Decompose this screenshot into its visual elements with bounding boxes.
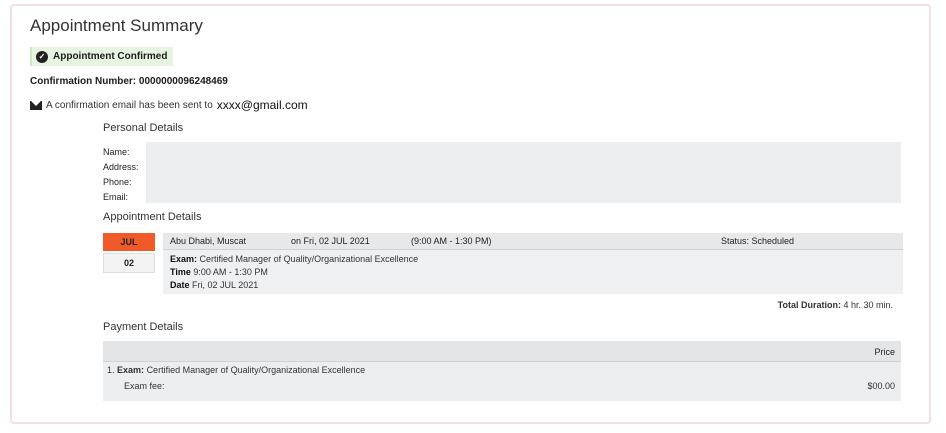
appointment-body: Exam: Certified Manager of Quality/Organ…: [163, 250, 903, 294]
payment-details-heading: Payment Details: [103, 321, 184, 333]
appointment-date: on Fri, 02 JUL 2021: [291, 236, 370, 246]
confirmation-number: Confirmation Number: 0000000096248469: [30, 76, 228, 87]
personal-details-labels: Name: Address: Phone: Email:: [103, 145, 139, 205]
appointment-details-heading: Appointment Details: [103, 211, 202, 223]
exam-row: Exam: Certified Manager of Quality/Organ…: [170, 253, 896, 266]
phone-label: Phone:: [103, 177, 132, 187]
time-row: Time 9:00 AM - 1:30 PM: [170, 266, 896, 279]
appointment-header: Abu Dhabi, Muscat on Fri, 02 JUL 2021 (9…: [163, 233, 903, 250]
payment-exam-label: Exam:: [117, 365, 145, 375]
payment-item-number: 1.: [107, 365, 115, 375]
personal-details-heading: Personal Details: [103, 122, 184, 134]
time-value: 9:00 AM - 1:30 PM: [193, 267, 268, 277]
total-duration-value: 4 hr. 30 min.: [843, 300, 893, 310]
appointment-location: Abu Dhabi, Muscat: [170, 236, 247, 246]
personal-details-panel: [146, 142, 901, 203]
exam-fee-label: Exam fee:: [124, 381, 165, 391]
status-badge: ✓ Appointment Confirmed: [30, 47, 174, 66]
exam-label: Exam:: [170, 254, 198, 264]
page-title: Appointment Summary: [30, 16, 203, 35]
email-notice-text: A confirmation email has been sent to: [46, 99, 213, 111]
status-badge-label: Appointment Confirmed: [53, 51, 168, 62]
date-row: Date Fri, 02 JUL 2021: [170, 279, 896, 292]
time-label: Time: [170, 267, 191, 277]
payment-item: 1. Exam: Certified Manager of Quality/Or…: [107, 365, 365, 375]
date-day: 02: [103, 253, 155, 273]
envelope-icon: [30, 100, 42, 110]
exam-value: Certified Manager of Quality/Organizatio…: [199, 254, 419, 264]
email-notice: A confirmation email has been sent to xx…: [30, 98, 308, 112]
check-circle-icon: ✓: [36, 50, 48, 63]
total-duration-label: Total Duration:: [777, 300, 841, 310]
payment-table-header: Price: [103, 341, 901, 362]
payment-table: Price 1. Exam: Certified Manager of Qual…: [103, 341, 901, 401]
date-month: JUL: [103, 233, 155, 251]
name-label: Name:: [103, 147, 130, 157]
payment-exam-value: Certified Manager of Quality/Organizatio…: [146, 365, 366, 375]
appointment-status: Status: Scheduled: [721, 236, 795, 246]
address-label: Address:: [103, 162, 139, 172]
email-label: Email:: [103, 192, 129, 202]
price-column-header: Price: [874, 347, 895, 357]
exam-fee-amount: $00.00: [867, 381, 895, 391]
date-value: Fri, 02 JUL 2021: [192, 280, 259, 290]
email-address: xxxx@gmail.com: [216, 98, 308, 112]
date-label: Date: [170, 280, 190, 290]
appointment-time-range: (9:00 AM - 1:30 PM): [411, 236, 492, 246]
total-duration: Total Duration: 4 hr. 30 min.: [778, 300, 893, 310]
